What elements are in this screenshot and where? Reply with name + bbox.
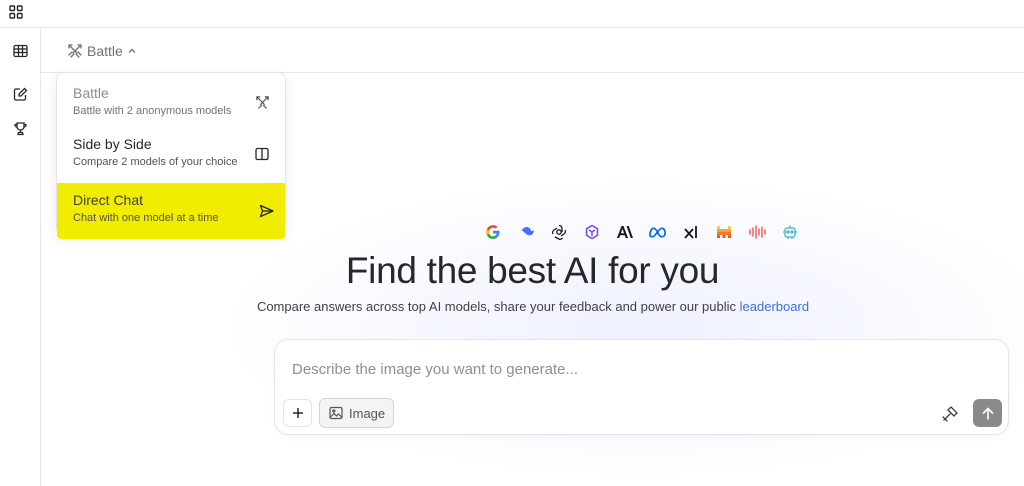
trophy-icon[interactable] bbox=[10, 118, 30, 138]
swords-icon bbox=[67, 43, 83, 59]
mistral-logo bbox=[714, 223, 733, 241]
openai-logo bbox=[549, 223, 568, 241]
mode-option-title: Direct Chat bbox=[73, 192, 144, 208]
mode-option-battle[interactable]: Battle Battle with 2 anonymous models bbox=[61, 77, 281, 128]
new-chat-edit-icon[interactable] bbox=[10, 84, 30, 104]
prompt-composer: Image bbox=[274, 339, 1009, 435]
chat-header: Battle bbox=[41, 28, 1024, 73]
arrow-up-icon bbox=[982, 406, 993, 420]
anthropic-logo bbox=[615, 223, 634, 241]
deepseek-logo bbox=[516, 223, 535, 241]
apps-grid-icon[interactable] bbox=[7, 3, 25, 21]
hero-title: Find the best AI for you bbox=[345, 250, 720, 291]
audio-wave-logo bbox=[747, 223, 766, 241]
top-bar bbox=[0, 0, 1024, 28]
mode-option-subtitle: Chat with one model at a time bbox=[73, 212, 219, 224]
leaderboard-link[interactable]: leaderboard bbox=[740, 299, 809, 314]
mode-option-subtitle: Battle with 2 anonymous models bbox=[73, 105, 232, 117]
mode-option-title: Side by Side bbox=[73, 136, 152, 152]
columns-icon bbox=[253, 145, 271, 163]
mode-option-direct-chat[interactable]: Direct Chat Chat with one model at a tim… bbox=[57, 183, 285, 239]
swords-icon bbox=[253, 94, 271, 112]
provider-logos bbox=[483, 223, 799, 241]
robot-logo bbox=[780, 223, 799, 241]
hero-subtitle-text: Compare answers across top AI models, sh… bbox=[256, 299, 737, 314]
google-logo bbox=[483, 223, 502, 241]
mode-option-title: Battle bbox=[73, 85, 109, 101]
image-mode-label: Image bbox=[349, 405, 386, 421]
add-attachment-button[interactable] bbox=[283, 399, 312, 427]
mode-option-subtitle: Compare 2 models of your choice bbox=[73, 156, 238, 168]
send-button[interactable] bbox=[973, 399, 1002, 427]
mode-dropdown-menu: Battle Battle with 2 anonymous models Si… bbox=[56, 72, 286, 239]
meta-logo bbox=[648, 223, 667, 241]
xai-logo bbox=[681, 223, 700, 241]
mode-selector-button[interactable]: Battle bbox=[67, 40, 137, 62]
mode-selector-label: Battle bbox=[87, 43, 123, 59]
table-icon[interactable] bbox=[10, 41, 30, 61]
prompt-input[interactable] bbox=[292, 361, 892, 378]
image-mode-button[interactable]: Image bbox=[319, 398, 394, 428]
mode-option-side-by-side[interactable]: Side by Side Compare 2 models of your ch… bbox=[61, 128, 281, 179]
tools-icon[interactable] bbox=[939, 403, 961, 425]
hero-subtitle: Compare answers across top AI models, sh… bbox=[41, 299, 1024, 314]
gemini-logo bbox=[582, 223, 601, 241]
chevron-up-icon bbox=[127, 46, 137, 56]
left-sidebar bbox=[0, 28, 41, 486]
send-icon bbox=[257, 202, 275, 220]
plus-icon bbox=[292, 408, 303, 418]
image-icon bbox=[329, 406, 343, 420]
